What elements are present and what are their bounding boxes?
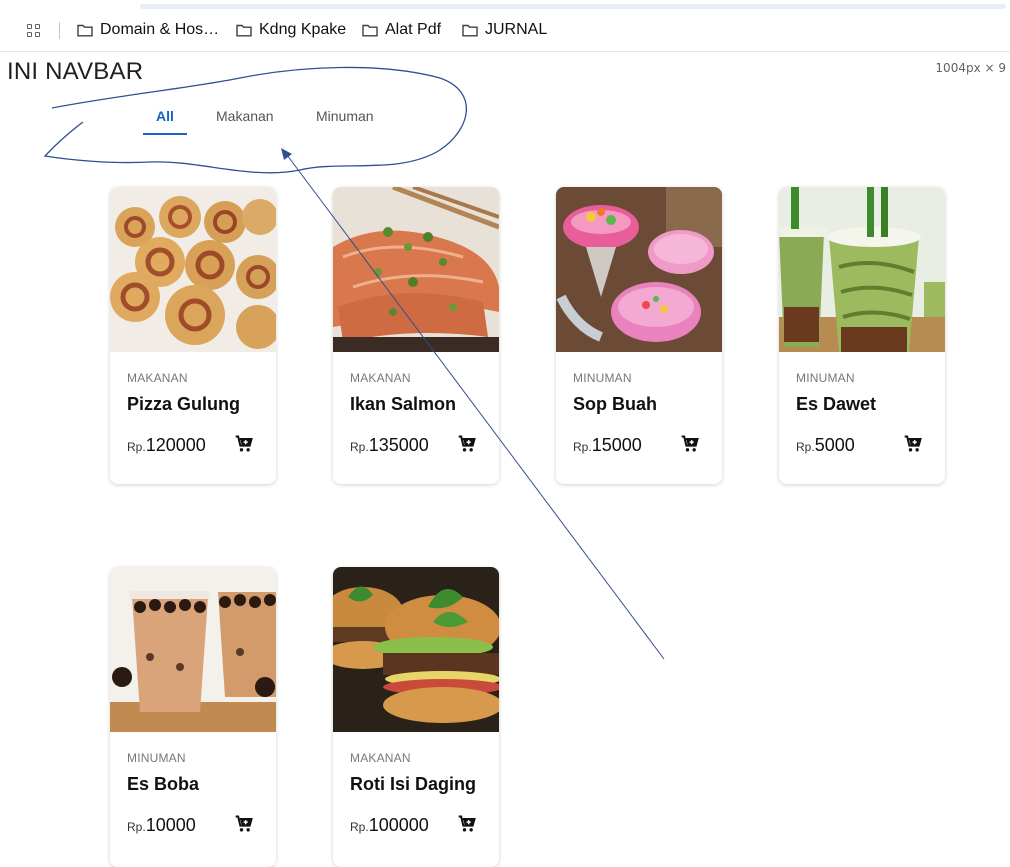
tab-makanan[interactable]: Makanan [216, 108, 274, 124]
bookmark-label: JURNAL [485, 21, 548, 38]
price-value: 135000 [368, 435, 429, 455]
apps-grid-icon[interactable] [27, 24, 41, 38]
price-value: 10000 [145, 815, 196, 835]
product-card-roti-isi-daging[interactable]: MAKANAN Roti Isi Daging Rp.100000 [333, 567, 499, 867]
bookmark-label: Kdng Kpake [259, 21, 347, 38]
folder-icon [462, 24, 478, 37]
product-price: Rp.10000 [127, 815, 196, 836]
add-to-cart-icon[interactable] [457, 814, 477, 834]
bookmark-label: Alat Pdf [385, 21, 442, 38]
currency-label: Rp. [127, 820, 146, 834]
tab-all[interactable]: All [156, 108, 174, 124]
price-value: 100000 [368, 815, 429, 835]
page-title: INI NAVBAR [7, 58, 144, 85]
product-image-ikan-salmon [333, 187, 499, 352]
annotation-arrow-head [281, 148, 292, 160]
currency-label: Rp. [127, 440, 146, 454]
folder-icon [77, 24, 93, 37]
bookmark-label: Domain & Hos… [100, 21, 220, 38]
add-to-cart-icon[interactable] [457, 434, 477, 454]
product-image-pizza-gulung [110, 187, 276, 352]
bookmarks-separator [59, 22, 60, 39]
bookmark-kdng-kpake[interactable]: Kdng Kpake [236, 21, 346, 39]
bookmarks-divider [0, 51, 1010, 52]
product-price: Rp.135000 [350, 435, 429, 456]
product-category: MAKANAN [350, 371, 411, 385]
currency-label: Rp. [573, 440, 592, 454]
product-card-pizza-gulung[interactable]: MAKANAN Pizza Gulung Rp.120000 [110, 187, 276, 484]
product-category: MINUMAN [573, 371, 632, 385]
folder-icon [236, 24, 252, 37]
folder-icon [362, 24, 378, 37]
bookmark-alat-pdf[interactable]: Alat Pdf [362, 21, 441, 39]
product-image-roti-isi-daging [333, 567, 499, 732]
product-price: Rp.120000 [127, 435, 206, 456]
product-name: Es Boba [127, 774, 200, 794]
product-price: Rp.100000 [350, 815, 429, 836]
product-image-sop-buah [556, 187, 722, 352]
product-category: MAKANAN [127, 371, 188, 385]
product-category: MINUMAN [796, 371, 855, 385]
product-name: Sop Buah [573, 394, 657, 414]
price-value: 5000 [814, 435, 855, 455]
browser-toolbar-edge [140, 4, 1006, 9]
bookmark-jurnal[interactable]: JURNAL [462, 21, 547, 39]
price-value: 120000 [145, 435, 206, 455]
price-value: 15000 [591, 435, 642, 455]
bookmark-domain-hosting[interactable]: Domain & Hos… [77, 21, 219, 39]
product-name: Roti Isi Daging [350, 774, 476, 794]
product-card-es-dawet[interactable]: MINUMAN Es Dawet Rp.5000 [779, 187, 945, 484]
product-card-ikan-salmon[interactable]: MAKANAN Ikan Salmon Rp.135000 [333, 187, 499, 484]
product-card-es-boba[interactable]: MINUMAN Es Boba Rp.10000 [110, 567, 276, 867]
product-card-sop-buah[interactable]: MINUMAN Sop Buah Rp.15000 [556, 187, 722, 484]
add-to-cart-icon[interactable] [680, 434, 700, 454]
viewport-size-readout: 1004px × 9 [935, 61, 1006, 75]
product-name: Pizza Gulung [127, 394, 241, 414]
product-price: Rp.5000 [796, 435, 855, 456]
currency-label: Rp. [350, 820, 369, 834]
add-to-cart-icon[interactable] [903, 434, 923, 454]
product-category: MINUMAN [127, 751, 186, 765]
currency-label: Rp. [796, 440, 815, 454]
product-name: Es Dawet [796, 394, 877, 414]
tab-minuman[interactable]: Minuman [316, 108, 374, 124]
active-tab-indicator [143, 133, 187, 135]
currency-label: Rp. [350, 440, 369, 454]
add-to-cart-icon[interactable] [234, 434, 254, 454]
product-image-es-dawet [779, 187, 945, 352]
add-to-cart-icon[interactable] [234, 814, 254, 834]
product-price: Rp.15000 [573, 435, 642, 456]
product-category: MAKANAN [350, 751, 411, 765]
product-image-es-boba [110, 567, 276, 732]
product-name: Ikan Salmon [350, 394, 457, 414]
